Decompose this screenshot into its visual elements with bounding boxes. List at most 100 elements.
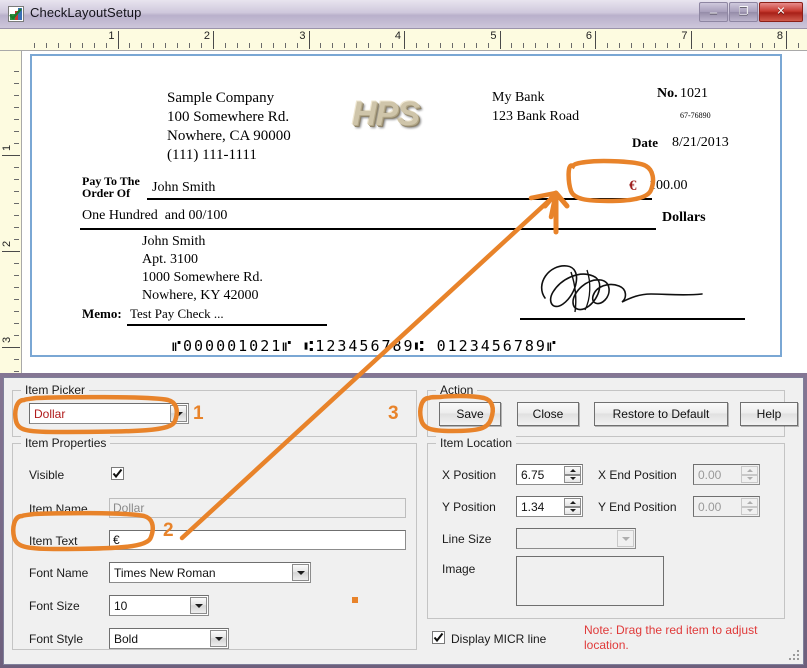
maximize-button[interactable]: ❐: [729, 2, 758, 22]
close-button[interactable]: ✕: [759, 2, 803, 22]
display-micr-checkbox[interactable]: [432, 631, 445, 644]
ruler-tick-minor: [452, 43, 453, 48]
company-citystatezip[interactable]: Nowhere, CA 90000: [167, 128, 291, 145]
ruler-tick-minor: [416, 43, 417, 48]
spin-up-icon: [741, 498, 758, 507]
close-button-action[interactable]: Close: [517, 402, 579, 426]
y-position-stepper[interactable]: 1.34: [516, 496, 583, 517]
ruler-tick-minor: [141, 43, 142, 48]
micr-line[interactable]: ⑈000001021⑈ ⑆123456789⑆ 0123456789⑈: [172, 337, 558, 355]
ruler-tick-minor: [547, 43, 548, 48]
visible-label: Visible: [29, 468, 64, 482]
ruler-tick-minor: [571, 43, 572, 48]
spin-down-icon[interactable]: [564, 475, 581, 484]
payee-name[interactable]: John Smith: [152, 180, 215, 196]
check-number-value[interactable]: 1021: [680, 86, 708, 102]
company-logo[interactable]: HPS: [352, 95, 419, 134]
ruler-tick-minor: [14, 119, 19, 120]
font-size-label: Font Size: [29, 599, 80, 613]
font-style-label: Font Style: [29, 632, 83, 646]
image-label: Image: [442, 562, 475, 576]
ruler-tick-minor: [34, 43, 35, 48]
payee-address-line[interactable]: Apt. 3100: [142, 252, 198, 268]
x-position-stepper[interactable]: 6.75: [516, 464, 583, 485]
check-paper[interactable]: Sample Company 100 Somewhere Rd. Nowhere…: [30, 54, 782, 357]
line-size-label: Line Size: [442, 532, 491, 546]
minimize-button[interactable]: –: [699, 2, 728, 22]
help-button[interactable]: Help: [740, 402, 798, 426]
amount-box-rule: [577, 198, 652, 200]
minimize-icon: –: [700, 6, 727, 19]
y-position-value: 1.34: [517, 500, 564, 514]
drag-hint-note: Note: Drag the red item to adjust locati…: [584, 623, 784, 653]
payee-address-line[interactable]: John Smith: [142, 234, 205, 250]
company-street[interactable]: 100 Somewhere Rd.: [167, 109, 289, 126]
ruler-label: 2: [1, 241, 13, 247]
drag-hint-line1: Note: Drag the red item to adjust: [584, 623, 757, 637]
ruler-tick-minor: [14, 335, 19, 336]
item-properties-group-title: Item Properties: [21, 436, 110, 450]
bank-name[interactable]: My Bank: [492, 90, 545, 106]
font-style-select[interactable]: Bold: [109, 628, 229, 649]
ruler-tick-major: [213, 31, 214, 49]
ruler-tick-minor: [58, 43, 59, 48]
check-preview-canvas[interactable]: Sample Company 100 Somewhere Rd. Nowhere…: [22, 51, 807, 373]
signature-image[interactable]: [527, 254, 742, 316]
font-size-value: 10: [110, 599, 190, 613]
item-text-field[interactable]: €: [109, 530, 406, 550]
dollars-label: Dollars: [662, 210, 706, 226]
ruler-label: 4: [395, 30, 404, 42]
chevron-down-icon[interactable]: [210, 630, 227, 647]
ruler-tick-minor: [129, 43, 130, 48]
save-button[interactable]: Save: [439, 402, 501, 426]
amount-words[interactable]: One Hundred and 00/100: [82, 208, 227, 224]
ruler-tick-major: [595, 31, 596, 49]
annotation-step-1: 1: [193, 403, 204, 425]
spin-up-icon: [741, 466, 758, 475]
spin-up-icon[interactable]: [564, 466, 581, 475]
visible-checkbox[interactable]: [111, 467, 124, 480]
line-size-select: [516, 528, 636, 549]
company-name[interactable]: Sample Company: [167, 90, 274, 107]
date-value[interactable]: 8/21/2013: [672, 135, 729, 151]
y-position-spin-buttons[interactable]: [564, 498, 581, 515]
resize-grip[interactable]: [787, 648, 801, 662]
restore-to-default-button[interactable]: Restore to Default: [594, 402, 728, 426]
chevron-down-icon[interactable]: [292, 564, 309, 581]
ruler-tick-minor: [14, 263, 19, 264]
payee-address-line[interactable]: Nowhere, KY 42000: [142, 288, 259, 304]
ruler-tick-minor: [332, 43, 333, 48]
y-end-position-stepper: 0.00: [693, 496, 760, 517]
font-name-select[interactable]: Times New Roman: [109, 562, 311, 583]
ruler-tick-minor: [297, 43, 298, 48]
spin-down-icon: [741, 475, 758, 484]
ruler-label: 5: [490, 30, 499, 42]
memo-value[interactable]: Test Pay Check ...: [130, 306, 224, 322]
routing-fraction[interactable]: 67-76890: [680, 111, 711, 120]
ruler-tick-minor: [14, 275, 19, 276]
company-phone[interactable]: (111) 111-1111: [167, 147, 257, 164]
font-size-select[interactable]: 10: [109, 595, 209, 616]
ruler-tick-minor: [14, 95, 19, 96]
window-title: CheckLayoutSetup: [30, 5, 141, 20]
check-layout-setup-window: CheckLayoutSetup – ❐ ✕ 12345678 123 Samp…: [0, 0, 807, 668]
image-preview-box[interactable]: [516, 556, 664, 606]
spin-down-icon[interactable]: [564, 507, 581, 516]
annotation-step-2: 2: [163, 520, 174, 542]
spin-up-icon[interactable]: [564, 498, 581, 507]
currency-symbol[interactable]: €: [629, 178, 637, 195]
font-style-value: Bold: [110, 632, 210, 646]
x-end-spin-buttons: [741, 466, 758, 483]
payee-address-line[interactable]: 1000 Somewhere Rd.: [142, 270, 263, 286]
y-position-label: Y Position: [442, 500, 496, 514]
amount-numeric[interactable]: 100.00: [649, 178, 688, 194]
chevron-down-icon[interactable]: [170, 405, 187, 422]
ruler-tick-minor: [655, 43, 656, 48]
bank-street[interactable]: 123 Bank Road: [492, 109, 579, 125]
ruler-tick-major: [2, 155, 20, 156]
x-position-spin-buttons[interactable]: [564, 466, 581, 483]
ruler-tick-minor: [14, 227, 19, 228]
item-picker-select[interactable]: Dollar: [29, 403, 189, 424]
chevron-down-icon[interactable]: [190, 597, 207, 614]
display-micr-label[interactable]: Display MICR line: [451, 632, 546, 646]
